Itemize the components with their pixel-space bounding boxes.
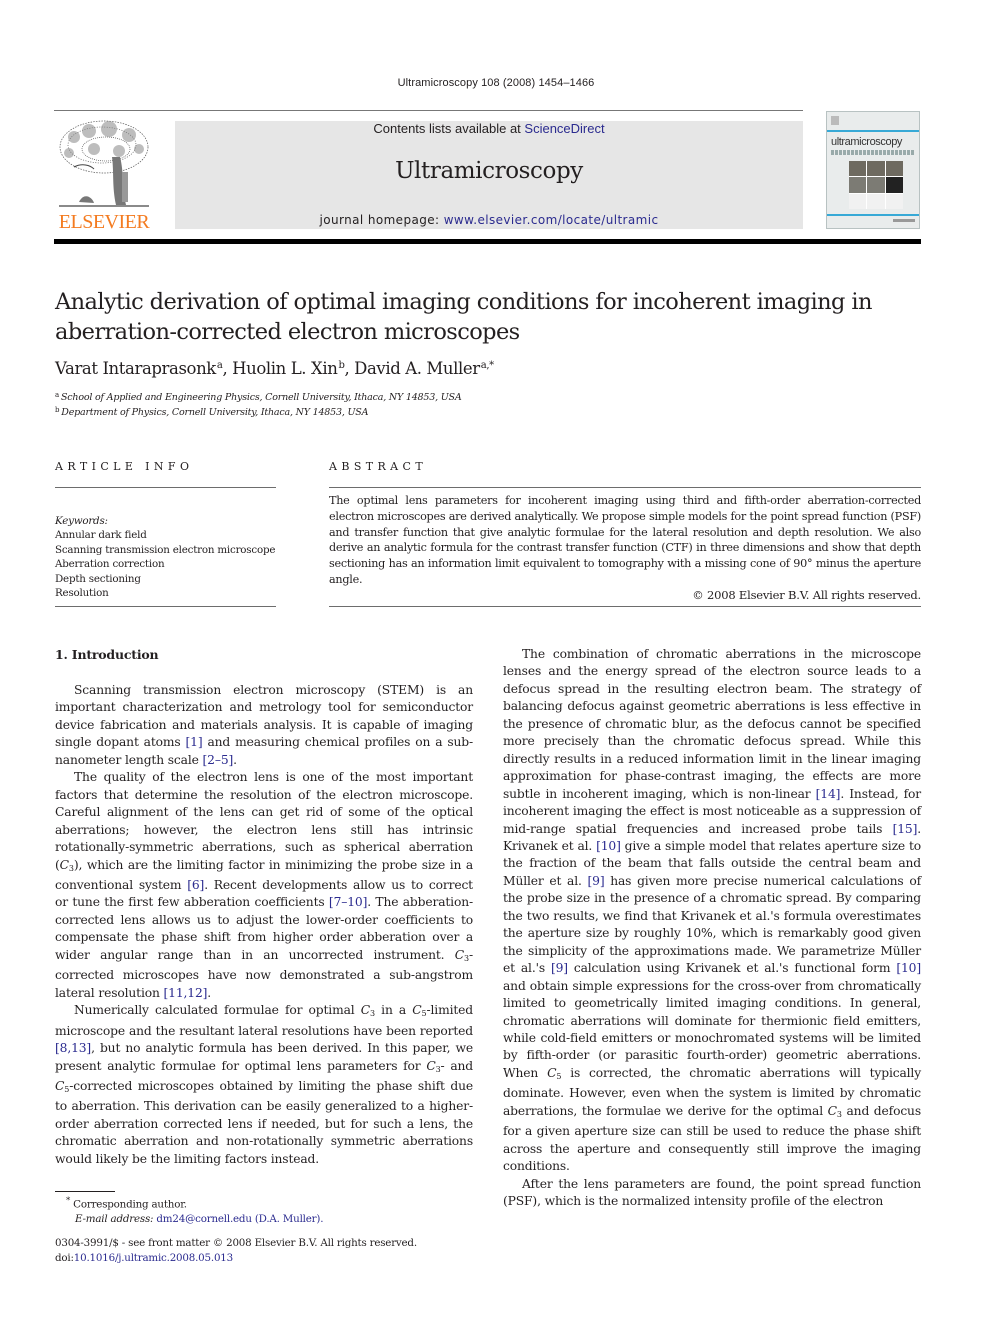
contents-prefix: Contents lists available at: [373, 121, 525, 136]
keyword[interactable]: Annular dark field: [55, 528, 275, 542]
affiliation: a School of Applied and Engineering Physi…: [55, 391, 462, 403]
keyword[interactable]: Depth sectioning: [55, 572, 275, 586]
journal-homepage-link[interactable]: www.elsevier.com/locate/ultramic: [444, 213, 659, 227]
tree-icon: [59, 120, 149, 207]
math-symbol: C5: [55, 1078, 70, 1094]
affiliation: b Department of Physics, Cornell Universi…: [55, 406, 368, 418]
math-symbol: C3: [426, 1058, 441, 1074]
abstract-text: The optimal lens parameters for incohere…: [329, 494, 921, 586]
header-divider: [54, 110, 803, 111]
footnote-divider: [55, 1191, 115, 1192]
abstract-heading: ABSTRACT: [329, 460, 428, 473]
author-name[interactable]: David A. Muller: [354, 359, 480, 378]
citation-link[interactable]: [14]: [816, 787, 841, 801]
author-separator: ,: [344, 359, 355, 378]
divider: [55, 487, 276, 488]
journal-cover-thumbnail[interactable]: ultramicroscopy: [826, 111, 920, 229]
cover-publisher-icon: [831, 116, 839, 125]
homepage-line: journal homepage: www.elsevier.com/locat…: [175, 213, 803, 227]
body-column-right: The combination of chromatic aberrations…: [503, 646, 921, 1211]
math-symbol: C5: [412, 1003, 427, 1019]
doi-link[interactable]: 10.1016/j.ultramic.2008.05.013: [74, 1252, 233, 1264]
header-thick-divider: [54, 239, 921, 244]
contents-line: Contents lists available at ScienceDirec…: [175, 121, 803, 137]
affiliation-mark: b: [55, 406, 60, 414]
body-paragraph: The combination of chromatic aberrations…: [503, 647, 922, 1174]
author-affiliation-mark[interactable]: a,*: [481, 360, 494, 371]
body-column-left: Scanning transmission electron microscop…: [55, 682, 473, 1168]
journal-name: Ultramicroscopy: [395, 158, 583, 184]
email-label: E-mail address:: [75, 1212, 154, 1225]
article-info-heading: ARTICLE INFO: [55, 460, 194, 473]
divider: [329, 606, 921, 607]
cover-subtitle: [831, 150, 915, 155]
citation-link[interactable]: [15]: [893, 822, 918, 836]
keyword[interactable]: Scanning transmission electron microscop…: [55, 543, 275, 557]
issn-line: 0304-3991/$ - see front matter © 2008 El…: [55, 1237, 417, 1249]
citation-link[interactable]: [10]: [596, 839, 621, 853]
affiliation-text: School of Applied and Engineering Physic…: [60, 392, 462, 403]
citation-link[interactable]: [1]: [186, 735, 203, 749]
citation-link[interactable]: [7–10]: [329, 895, 367, 909]
citation-link[interactable]: [8,13]: [55, 1041, 91, 1055]
cover-accent-bar: [827, 130, 919, 132]
math-symbol: C3: [59, 857, 74, 873]
sciencedirect-link[interactable]: ScienceDirect: [524, 121, 604, 136]
author-name[interactable]: Huolin L. Xin: [232, 359, 338, 378]
email-owner: (D.A. Muller).: [254, 1212, 324, 1225]
author-separator: ,: [222, 359, 233, 378]
citation-link[interactable]: [9]: [551, 961, 568, 975]
body-paragraph: The quality of the electron lens is one …: [55, 770, 473, 1000]
keywords-label: Keywords:: [55, 515, 108, 527]
keywords-list: Keywords: Annular dark field Scanning tr…: [55, 514, 275, 600]
citation-link[interactable]: [2–5]: [203, 753, 234, 767]
cover-accent-bar: [827, 214, 919, 216]
math-symbol: C5: [547, 1065, 562, 1081]
affiliation-text: Department of Physics, Cornell Universit…: [61, 407, 369, 418]
author-list: Varat Intaraprasonka, Huolin L. Xinb, Da…: [55, 359, 494, 378]
corresponding-author-note: Corresponding author.: [73, 1198, 187, 1211]
math-symbol: C3: [827, 1103, 842, 1119]
body-paragraph: Numerically calculated formulae for opti…: [55, 1003, 474, 1166]
math-symbol: C3: [360, 1003, 375, 1019]
footnote: * Corresponding author. E-mail address: …: [55, 1194, 323, 1226]
citation-link[interactable]: [10]: [896, 961, 921, 975]
elsevier-logo[interactable]: ELSEVIER: [54, 117, 154, 232]
homepage-prefix: journal homepage:: [319, 213, 444, 227]
divider: [55, 606, 276, 607]
citation-link[interactable]: [6]: [187, 878, 204, 892]
abstract-copyright: © 2008 Elsevier B.V. All rights reserved…: [692, 588, 921, 602]
footnote-mark: *: [66, 1196, 71, 1206]
journal-masthead: Contents lists available at ScienceDirec…: [175, 121, 803, 229]
body-paragraph: After the lens parameters are found, the…: [503, 1176, 921, 1209]
citation-link[interactable]: [9]: [588, 874, 605, 888]
citation-link[interactable]: [11,12]: [164, 986, 208, 1000]
journal-reference: Ultramicroscopy 108 (2008) 1454–1466: [397, 77, 595, 89]
cover-title: ultramicroscopy: [831, 136, 903, 148]
email-link[interactable]: dm24@cornell.edu: [156, 1213, 252, 1225]
affiliation-mark: a: [55, 391, 59, 399]
keyword[interactable]: Aberration correction: [55, 557, 275, 571]
cover-image-grid: [849, 161, 903, 209]
author-name[interactable]: Varat Intaraprasonk: [55, 359, 216, 378]
front-matter: 0304-3991/$ - see front matter © 2008 El…: [55, 1236, 417, 1265]
doi-label: doi:: [55, 1251, 74, 1264]
elsevier-wordmark: ELSEVIER: [58, 211, 150, 233]
divider: [329, 487, 921, 488]
keyword[interactable]: Resolution: [55, 586, 275, 600]
body-paragraph: Scanning transmission electron microscop…: [55, 683, 473, 767]
cover-publisher-mark: [893, 219, 915, 222]
article-title: Analytic derivation of optimal imaging c…: [55, 289, 872, 345]
math-symbol: C3: [454, 947, 469, 963]
section-heading: 1. Introduction: [55, 647, 159, 662]
